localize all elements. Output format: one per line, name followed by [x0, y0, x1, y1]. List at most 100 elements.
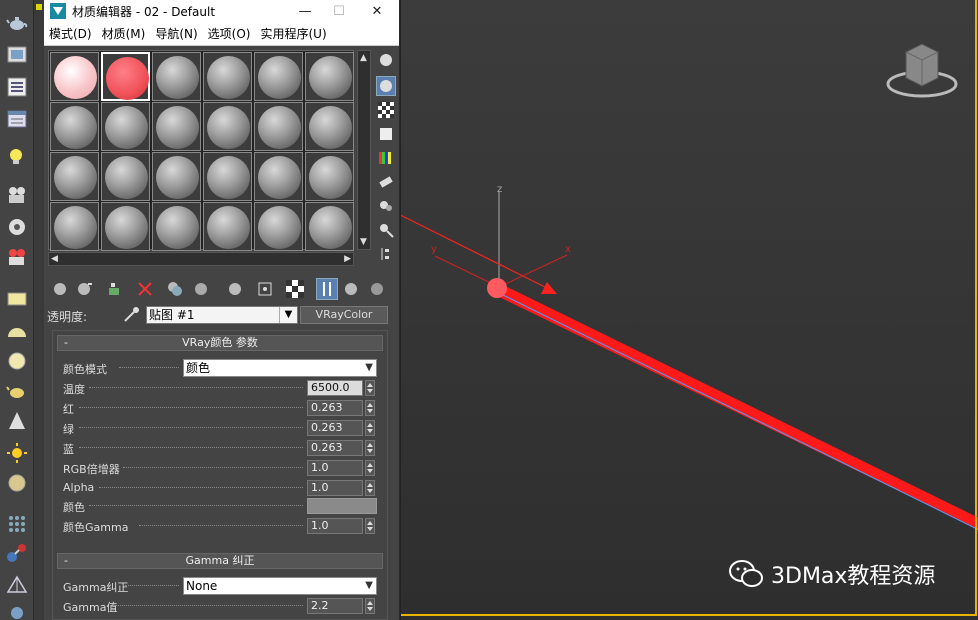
map-type-button[interactable]: VRayColor: [300, 306, 388, 324]
vray-color-params-rollout[interactable]: - VRay颜色 参数: [57, 335, 383, 351]
map-name-field[interactable]: 贴图 #1 ▼: [146, 306, 298, 324]
render-frame-icon[interactable]: [5, 44, 29, 66]
sample-type-sphere-icon[interactable]: [376, 50, 396, 70]
go-forward-sibling-icon[interactable]: [366, 278, 388, 300]
material-slot[interactable]: [152, 202, 201, 251]
slots-horizontal-scrollbar[interactable]: ◀ ▶: [48, 252, 354, 266]
teapot-object-icon[interactable]: [5, 380, 29, 402]
param-spinner[interactable]: [365, 480, 375, 496]
param-spinner[interactable]: [365, 460, 375, 476]
param-spinner[interactable]: [365, 380, 375, 396]
material-navigator-icon[interactable]: [376, 244, 396, 264]
plane-icon[interactable]: [5, 288, 29, 310]
go-to-parent-icon[interactable]: [340, 278, 362, 300]
material-slot[interactable]: [305, 152, 354, 201]
options-icon[interactable]: [376, 196, 396, 216]
material-slot[interactable]: [203, 202, 252, 251]
material-slot[interactable]: [152, 52, 201, 101]
menu-options[interactable]: 选项(O): [203, 25, 256, 42]
slots-vertical-scrollbar[interactable]: ▲ ▼: [357, 50, 371, 250]
param-value-field[interactable]: 1.0: [307, 460, 363, 476]
material-slot[interactable]: [203, 102, 252, 151]
param-spinner[interactable]: [365, 400, 375, 416]
material-id-icon[interactable]: [254, 278, 276, 300]
scene-explorer-icon[interactable]: [5, 108, 29, 130]
color-swatch[interactable]: [307, 498, 377, 514]
param-value-field[interactable]: 0.263: [307, 420, 363, 436]
hemisphere-icon[interactable]: [5, 320, 29, 342]
material-slot[interactable]: [254, 52, 303, 101]
make-copy-icon[interactable]: [164, 278, 186, 300]
maximize-button[interactable]: ☐: [320, 0, 358, 22]
gamma-value-spinner[interactable]: [365, 598, 375, 614]
param-value-field[interactable]: 0.263: [307, 440, 363, 456]
material-slot[interactable]: [203, 52, 252, 101]
param-value-field[interactable]: 6500.0: [307, 380, 363, 396]
material-slot[interactable]: [50, 202, 99, 251]
material-slot[interactable]: [203, 152, 252, 201]
video-color-check-icon[interactable]: [376, 148, 396, 168]
make-unique-icon[interactable]: [190, 278, 212, 300]
material-slot[interactable]: [254, 152, 303, 201]
menu-mode[interactable]: 模式(D): [44, 25, 97, 42]
gamma-correct-select[interactable]: None ▼: [183, 577, 377, 595]
material-slot[interactable]: [305, 52, 354, 101]
material-slot[interactable]: [101, 202, 150, 251]
close-button[interactable]: ✕: [358, 0, 396, 22]
sun-icon[interactable]: [5, 442, 29, 464]
color-mode-select[interactable]: 颜色 ▼: [183, 359, 377, 377]
make-preview-icon[interactable]: [376, 172, 396, 192]
select-by-material-icon[interactable]: [376, 220, 396, 240]
pyramid-icon[interactable]: [5, 574, 29, 596]
cone-icon[interactable]: [5, 410, 29, 432]
reset-map-icon[interactable]: [134, 278, 156, 300]
light-icon[interactable]: [5, 146, 29, 168]
gamma-correction-rollout[interactable]: - Gamma 纠正: [57, 553, 383, 569]
checker-background-icon[interactable]: [376, 100, 396, 120]
material-slot[interactable]: [101, 102, 150, 151]
material-slot[interactable]: [50, 52, 99, 101]
material-slot[interactable]: [152, 102, 201, 151]
grid-object-icon[interactable]: [5, 512, 29, 534]
dome-icon[interactable]: [5, 472, 29, 494]
chevron-down-icon[interactable]: ▼: [279, 307, 297, 323]
camera-icon[interactable]: [5, 184, 29, 206]
backlight-icon[interactable]: [376, 76, 396, 96]
param-value-field[interactable]: 1.0: [307, 480, 363, 496]
material-slot[interactable]: [152, 152, 201, 201]
assign-to-selection-icon[interactable]: [104, 278, 126, 300]
molecule-icon[interactable]: [5, 542, 29, 564]
material-slot[interactable]: [101, 52, 150, 101]
menu-navigation[interactable]: 导航(N): [150, 25, 202, 42]
color-gamma-field[interactable]: 1.0: [307, 518, 363, 534]
list-icon[interactable]: [5, 76, 29, 98]
material-slot[interactable]: [254, 202, 303, 251]
put-to-library-icon[interactable]: [224, 278, 246, 300]
sphere-icon[interactable]: [5, 350, 29, 372]
material-slot[interactable]: [50, 152, 99, 201]
material-slot[interactable]: [101, 152, 150, 201]
param-value-field[interactable]: 0.263: [307, 400, 363, 416]
uv-tiling-icon[interactable]: [376, 124, 396, 144]
render-production-icon[interactable]: [5, 246, 29, 268]
param-spinner[interactable]: [365, 420, 375, 436]
minimize-button[interactable]: —: [286, 0, 324, 22]
eyedropper-icon[interactable]: [122, 306, 140, 324]
render-setup-icon[interactable]: [5, 216, 29, 238]
put-to-scene-icon[interactable]: [74, 278, 96, 300]
teapot-icon[interactable]: [5, 12, 29, 34]
perspective-viewport[interactable]: z y x 3DMax教程资源: [400, 0, 978, 620]
get-material-icon[interactable]: [50, 278, 72, 300]
material-slot[interactable]: [254, 102, 303, 151]
gear-icon[interactable]: [5, 602, 29, 620]
show-map-in-viewport-icon[interactable]: [284, 278, 306, 300]
menu-material[interactable]: 材质(M): [97, 25, 151, 42]
material-slot[interactable]: [50, 102, 99, 151]
material-slot[interactable]: [305, 202, 354, 251]
color-gamma-spinner[interactable]: [365, 518, 375, 534]
menu-utilities[interactable]: 实用程序(U): [255, 25, 331, 42]
material-slot[interactable]: [305, 102, 354, 151]
gamma-value-field[interactable]: 2.2: [307, 598, 363, 614]
show-end-result-icon[interactable]: [316, 278, 338, 300]
param-spinner[interactable]: [365, 440, 375, 456]
